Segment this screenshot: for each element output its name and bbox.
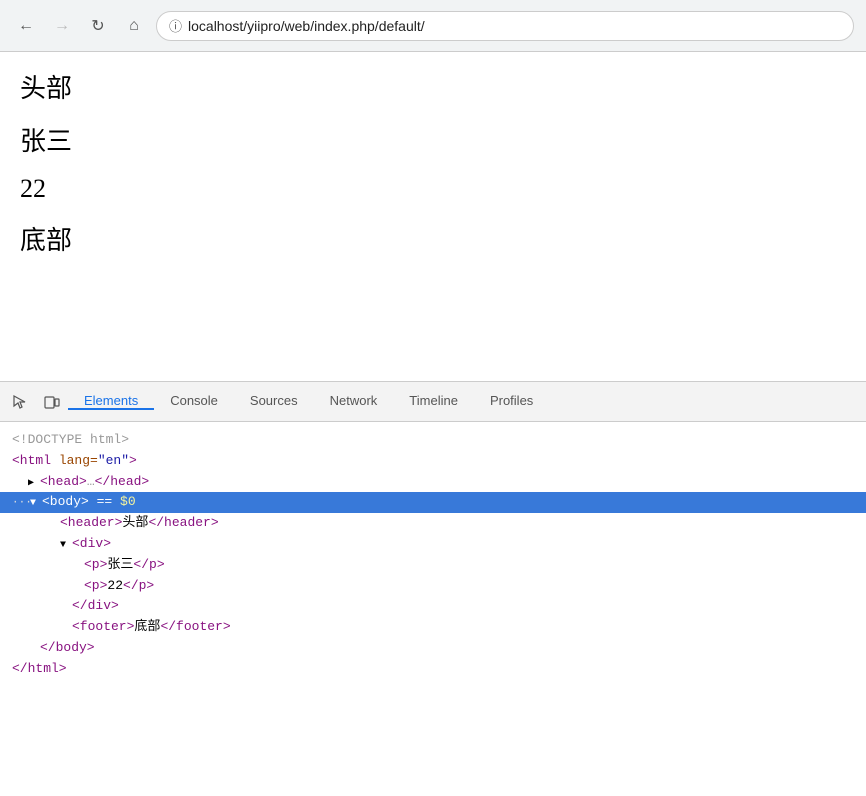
code-div-open[interactable]: ▼<div> [12,534,854,555]
body-dots: ··· [12,495,30,513]
code-header: <header>头部</header> [12,513,854,534]
code-body-close: </body> [12,638,854,659]
tab-sources[interactable]: Sources [234,393,314,410]
devtools-panel: Elements Console Sources Network Timelin… [0,382,866,796]
back-button[interactable]: ← [12,12,40,40]
url-text: localhost/yiipro/web/index.php/default/ [188,18,425,34]
cursor-icon [11,393,29,411]
tab-network[interactable]: Network [314,393,394,410]
head-triangle[interactable]: ▶ [28,476,40,492]
page-header: 头部 [20,68,846,105]
page-content: 头部 张三 22 底部 [0,52,866,382]
home-button[interactable]: ⌂ [120,12,148,40]
tab-profiles[interactable]: Profiles [474,393,549,410]
device-icon [43,393,61,411]
page-age: 22 [20,174,846,204]
code-div-close: </div> [12,596,854,617]
tab-elements[interactable]: Elements [68,393,154,410]
div-triangle[interactable]: ▼ [60,538,72,554]
tab-timeline[interactable]: Timeline [393,393,474,410]
page-name: 张三 [20,121,846,158]
tab-console[interactable]: Console [154,393,234,410]
nav-buttons: ← → ↻ ⌂ [12,12,148,40]
device-mode-button[interactable] [36,386,68,418]
code-head[interactable]: ▶<head>…</head> [12,472,854,493]
code-html-close: </html> [12,659,854,680]
code-p2: <p>22</p> [12,576,854,597]
code-p1: <p>张三</p> [12,555,854,576]
devtools-code-panel: <!DOCTYPE html> <html lang="en"> ▶<head>… [0,422,866,796]
code-doctype: <!DOCTYPE html> [12,430,854,451]
inspect-element-button[interactable] [4,386,36,418]
body-triangle[interactable]: ▼ [30,496,42,512]
code-html-open: <html lang="en"> [12,451,854,472]
code-body-selected[interactable]: ···▼<body> == $0 [0,492,866,513]
address-bar[interactable]: ⓘ localhost/yiipro/web/index.php/default… [156,11,854,41]
reload-button[interactable]: ↻ [84,12,112,40]
forward-button[interactable]: → [48,12,76,40]
browser-toolbar: ← → ↻ ⌂ ⓘ localhost/yiipro/web/index.php… [0,0,866,52]
devtools-tabs: Elements Console Sources Network Timelin… [68,393,862,410]
info-icon: ⓘ [169,16,182,35]
code-footer: <footer>底部</footer> [12,617,854,638]
page-footer: 底部 [20,220,846,257]
devtools-toolbar: Elements Console Sources Network Timelin… [0,382,866,422]
